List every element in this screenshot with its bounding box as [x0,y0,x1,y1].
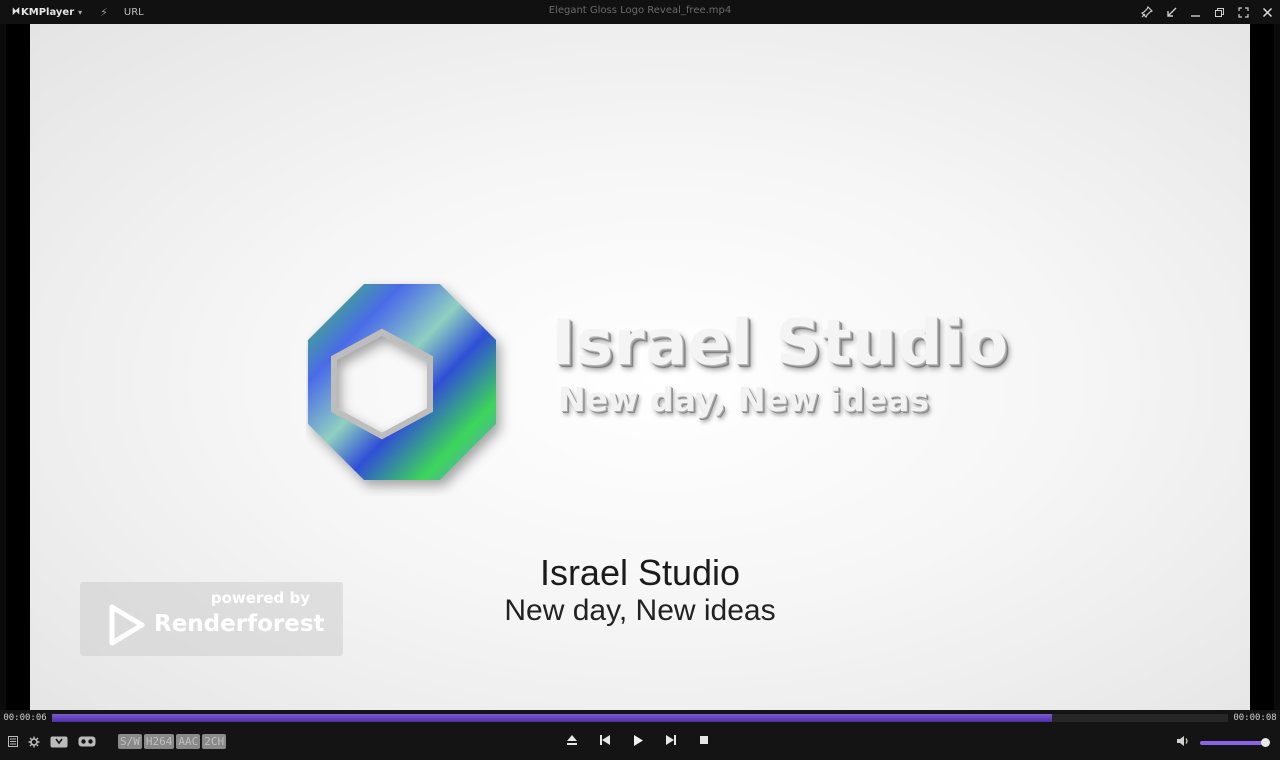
minimize-icon[interactable] [1188,5,1202,19]
chevron-down-icon: ▾ [78,7,83,17]
url-button[interactable]: URL [124,7,144,18]
volume-slider[interactable] [1200,737,1270,747]
codec-badges: S/W H264 AAC 2CH [118,734,227,749]
logo-subtitle: New day, New ideas [558,380,930,419]
codec-badge: H264 [143,734,175,749]
codec-badge: 2CH [202,734,227,749]
close-icon[interactable] [1260,5,1274,19]
total-time: 00:00:08 [1233,713,1277,723]
play-logo-icon [109,604,145,646]
renderforest-watermark: powered by Renderforest [80,582,343,656]
window-title: Elegant Gloss Logo Reveal_free.mp4 [548,5,732,16]
km-logo-icon: ⏵⏴ [12,7,20,17]
vr-icon[interactable] [78,736,96,747]
elapsed-time: 00:00:06 [3,713,47,723]
volume-fill [1200,740,1265,745]
progress-bar: 00:00:06 00:00:08 [0,710,1280,726]
restore-icon[interactable] [1212,5,1226,19]
open-eject-icon[interactable] [564,732,580,748]
next-icon[interactable] [663,732,679,748]
watermark-brand-text: Renderforest [154,611,325,637]
app-menu-button[interactable]: ⏵⏴ KMPlayer ▾ [12,7,82,18]
control-bar: S/W H264 AAC 2CH [0,726,1280,760]
3d-icon[interactable] [50,736,68,748]
title-bar: ⏵⏴ KMPlayer ▾ ⚡ URL Elegant Gloss Logo R… [0,0,1280,24]
codec-badge: AAC [176,734,201,749]
previous-icon[interactable] [597,732,613,748]
logo-title: Israel Studio [552,306,1009,379]
codec-badge: S/W [118,734,142,749]
app-name: KMPlayer [21,6,75,18]
lightning-icon[interactable]: ⚡ [100,6,108,19]
settings-gear-icon[interactable] [28,736,40,748]
playlist-icon[interactable] [8,736,18,747]
video-frame[interactable]: Israel Studio New day, New ideas Israel … [30,24,1250,710]
compact-icon[interactable] [1164,5,1178,19]
watermark-powered-text: powered by [210,589,310,607]
fullscreen-icon[interactable] [1236,5,1250,19]
seek-bar[interactable] [52,714,1228,722]
stop-icon[interactable] [696,732,712,748]
pin-icon[interactable] [1140,5,1154,19]
play-icon[interactable] [630,732,646,748]
seek-bar-fill [52,714,1052,722]
volume-knob[interactable] [1260,737,1270,747]
volume-icon[interactable] [1176,735,1190,750]
hexagon-logo-icon [308,284,496,480]
